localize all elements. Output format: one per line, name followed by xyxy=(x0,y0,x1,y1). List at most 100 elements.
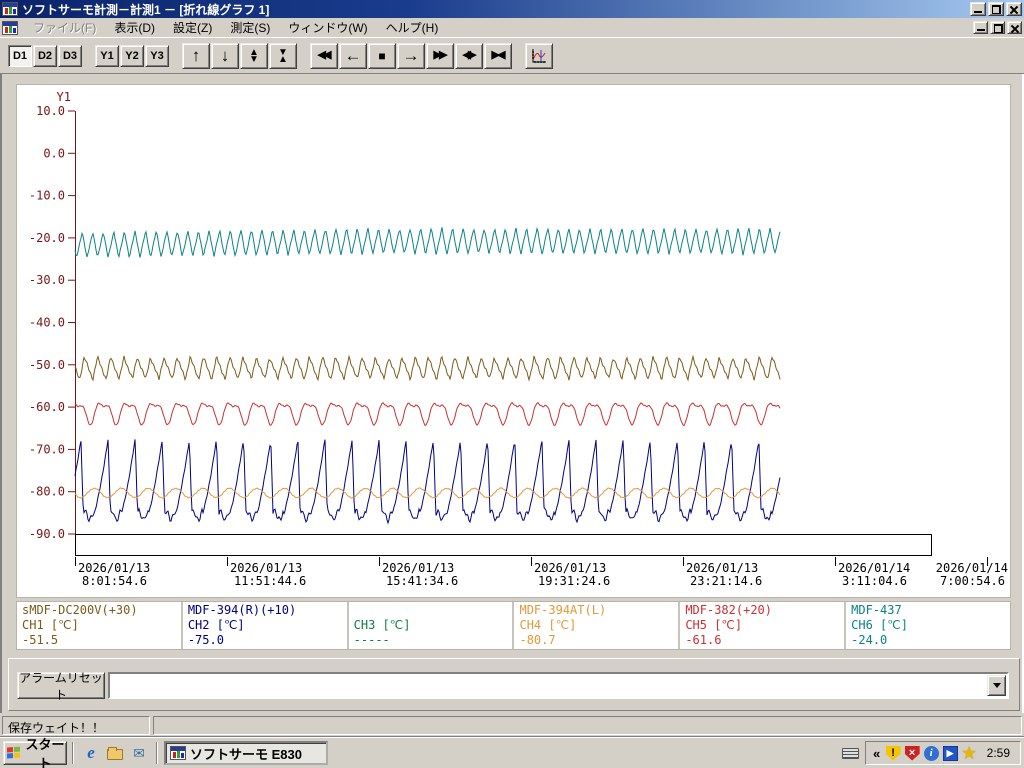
svg-text:23:21:14.6: 23:21:14.6 xyxy=(690,574,762,588)
stop-button[interactable]: ■ xyxy=(368,42,396,69)
minimize-button[interactable] xyxy=(970,2,986,16)
toolbar: D1 D2 D3 Y1 Y2 Y3 ↑ ↓ ▲ ▼ ▼ ▲ ◀◀ ← ■ → ▶▶ ◀▶ ▶◀ xyxy=(0,38,1024,74)
alarm-reset-button[interactable]: アラームリセット xyxy=(17,671,105,702)
status-secondary xyxy=(153,715,1022,735)
restore-button[interactable] xyxy=(990,21,1005,34)
d1-button[interactable]: D1 xyxy=(8,44,32,67)
y3-button[interactable]: Y3 xyxy=(145,44,169,67)
alarm-combobox[interactable] xyxy=(108,672,1009,699)
line-chart: Y1 10.0 0.0 -10.0 -20.0 -30.0 -40.0 -50.0 -60.0 -… xyxy=(16,84,1011,598)
legend-cell-ch4: MDF-394AT(L) CH4 [℃] -80.7 xyxy=(512,602,678,649)
application-window: ソフトサーモ計測－計測1 － [折れ線グラフ 1] ファイル(F) 表示(D) 設定… xyxy=(0,0,1024,768)
scroll-down-button[interactable]: ↓ xyxy=(211,42,239,69)
svg-text:19:31:24.6: 19:31:24.6 xyxy=(538,574,610,588)
menu-d[interactable]: 表示(D) xyxy=(105,17,164,38)
svg-text:-10.0: -10.0 xyxy=(29,189,65,203)
expand-vertical-icon: ▲ ▼ xyxy=(249,46,259,65)
scroll-right-button[interactable]: → xyxy=(397,42,425,69)
y2-button[interactable]: Y2 xyxy=(120,44,144,67)
taskbar-divider xyxy=(156,742,158,764)
svg-text:2026/01/13: 2026/01/13 xyxy=(230,561,302,575)
start-label: スタート xyxy=(25,737,65,768)
legend-cell-ch5: MDF-382(+20) CH5 [℃] -61.6 xyxy=(678,602,844,649)
svg-text:2026/01/13: 2026/01/13 xyxy=(686,561,758,575)
menu-bar: ファイル(F) 表示(D) 設定(Z) 測定(S) ウィンドウ(W) ヘルプ(H) xyxy=(0,18,1024,38)
svg-text:8:01:54.6: 8:01:54.6 xyxy=(82,574,147,588)
internet-explorer-icon[interactable]: e xyxy=(82,743,100,762)
svg-text:-20.0: -20.0 xyxy=(29,231,65,245)
minimize-icon xyxy=(977,29,985,31)
scroll-up-button[interactable]: ↑ xyxy=(182,42,210,69)
svg-text:3:11:04.6: 3:11:04.6 xyxy=(842,574,907,588)
window-controls xyxy=(970,2,1022,16)
svg-text:-40.0: -40.0 xyxy=(29,316,65,330)
svg-text:0.0: 0.0 xyxy=(43,146,65,160)
status-bar: 保存ウェイト！！ xyxy=(0,713,1024,737)
security-warning-shield-icon[interactable]: ! xyxy=(885,745,901,761)
series-ch2 xyxy=(74,439,781,525)
compress-vertical-icon: ▼ ▲ xyxy=(278,46,288,65)
client-area: Y1 10.0 0.0 -10.0 -20.0 -30.0 -40.0 -50.0 -60.0 -… xyxy=(0,74,1024,713)
fast-rewind-icon: ◀◀ xyxy=(317,49,332,61)
close-button[interactable] xyxy=(1007,21,1022,34)
chevron-down-icon xyxy=(992,683,1001,692)
compress-horizontal-icon: ▶◀ xyxy=(491,49,506,61)
scroll-left-button[interactable]: ← xyxy=(339,42,367,69)
show-desktop-icon[interactable] xyxy=(106,744,124,762)
media-player-icon[interactable]: ▶ xyxy=(942,745,958,761)
minimize-icon xyxy=(974,11,982,13)
minimize-button[interactable] xyxy=(973,21,988,34)
legend-cell-ch3: CH3 [℃] ----- xyxy=(346,602,513,649)
outlook-express-icon[interactable]: ✉ xyxy=(130,744,148,762)
series-ch5 xyxy=(74,401,781,427)
close-icon xyxy=(1009,5,1019,14)
status-message: 保存ウェイト！！ xyxy=(2,715,150,735)
legend-cell-ch2: MDF-394(R)(+10) CH2 [℃] -75.0 xyxy=(180,602,347,649)
windows-logo-icon xyxy=(7,746,21,760)
y1-button[interactable]: Y1 xyxy=(95,44,119,67)
alarm-combobox-value[interactable] xyxy=(110,674,986,697)
compress-vertical-button[interactable]: ▼ ▲ xyxy=(269,42,297,69)
expand-horizontal-button[interactable]: ◀▶ xyxy=(455,42,483,69)
menu-z[interactable]: 設定(Z) xyxy=(164,17,221,38)
fast-forward-button[interactable]: ▶▶ xyxy=(426,42,454,69)
timeline-box xyxy=(75,534,932,556)
keyboard-layout-icon[interactable] xyxy=(841,747,859,759)
fast-rewind-button[interactable]: ◀◀ xyxy=(310,42,338,69)
restore-icon xyxy=(994,24,1003,33)
taskbar-clock: 2:59 xyxy=(986,746,1010,760)
scroll-right-icon: → xyxy=(402,46,420,65)
task-button-label: ソフトサーモ E830 xyxy=(190,746,302,762)
star-icon[interactable]: ★ xyxy=(962,745,977,762)
expand-vertical-button[interactable]: ▲ ▼ xyxy=(240,42,268,69)
svg-text:10.0: 10.0 xyxy=(36,104,65,118)
fast-forward-icon: ▶▶ xyxy=(433,49,448,61)
restore-button[interactable] xyxy=(988,2,1004,16)
combobox-dropdown-button[interactable] xyxy=(987,675,1006,696)
svg-text:7:00:54.6: 7:00:54.6 xyxy=(940,574,1005,588)
menu-items: ファイル(F) 表示(D) 設定(Z) 測定(S) ウィンドウ(W) ヘルプ(H) xyxy=(24,18,973,37)
compress-horizontal-button[interactable]: ▶◀ xyxy=(484,42,512,69)
menu-h[interactable]: ヘルプ(H) xyxy=(377,17,448,38)
y-axis-title: Y1 xyxy=(57,90,71,104)
security-alert-shield-icon[interactable]: × xyxy=(904,745,920,761)
task-button-softthermo[interactable]: ソフトサーモ E830 xyxy=(164,741,328,765)
legend-cell-ch6: MDF-437 CH6 [℃] -24.0 xyxy=(844,602,1010,649)
mdi-child-icon xyxy=(2,20,18,35)
scroll-down-icon: ↓ xyxy=(220,46,230,65)
graph-setup-button[interactable] xyxy=(525,42,553,69)
start-button[interactable]: スタート xyxy=(3,737,67,768)
menu-s[interactable]: 測定(S) xyxy=(221,17,279,38)
stop-icon: ■ xyxy=(378,48,386,63)
info-balloon-icon[interactable]: i xyxy=(923,745,939,761)
hide-icons-chevron-icon[interactable]: « xyxy=(872,746,882,761)
window-title: ソフトサーモ計測－計測1 － [折れ線グラフ 1] xyxy=(22,2,270,17)
d2-button[interactable]: D2 xyxy=(33,44,57,67)
series-ch6 xyxy=(74,226,781,259)
task-app-icon xyxy=(170,746,186,760)
svg-text:-60.0: -60.0 xyxy=(29,400,65,414)
close-button[interactable] xyxy=(1006,2,1022,16)
d3-button[interactable]: D3 xyxy=(58,44,82,67)
svg-text:-70.0: -70.0 xyxy=(29,442,65,456)
menu-w[interactable]: ウィンドウ(W) xyxy=(279,17,376,38)
